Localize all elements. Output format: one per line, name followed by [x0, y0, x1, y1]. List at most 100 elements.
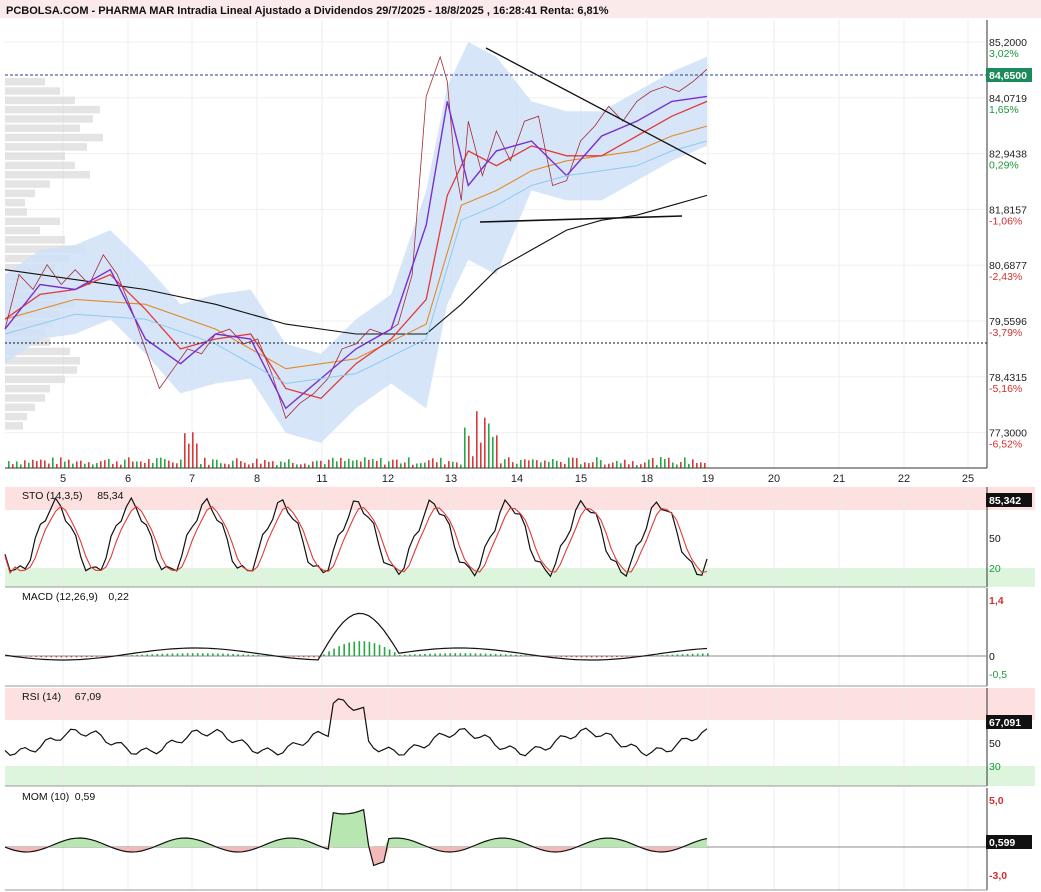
x-tick-label: 15: [575, 473, 587, 485]
macd-histogram-bar: [55, 656, 58, 658]
volume-bar: [100, 461, 102, 468]
volume-bar: [640, 464, 642, 468]
chart-title: PCBOLSA.COM - PHARMA MAR Intradia Lineal…: [6, 5, 609, 17]
volume-bar: [696, 463, 698, 468]
volume-bar: [236, 458, 238, 468]
chart-stage: PCBOLSA.COM - PHARMA MAR Intradia Lineal…: [0, 0, 1041, 892]
volume-profile-bar: [5, 96, 75, 105]
macd-histogram-bar: [60, 656, 63, 658]
sto-level-label: 20: [989, 563, 1001, 575]
macd-histogram-bar: [474, 653, 477, 656]
volume-bar: [428, 460, 430, 468]
volume-bar: [312, 461, 314, 468]
volume-bar: [152, 462, 154, 468]
volume-profile-bar: [5, 394, 45, 402]
macd-level-label: 1,4: [989, 595, 1004, 607]
volume-bar: [632, 461, 634, 468]
volume-bar: [348, 458, 350, 468]
macd-histogram-bar: [484, 653, 487, 656]
volume-profile-bar: [5, 403, 35, 411]
volume-bar: [624, 459, 626, 468]
volume-bar: [136, 461, 138, 468]
volume-bar: [704, 462, 706, 468]
sto-panel: STO (14,3,5) 85,34 50 20 85,342: [4, 487, 1035, 588]
macd-histogram-bar: [595, 656, 598, 658]
volume-bar: [536, 460, 538, 468]
volume-bar: [616, 460, 618, 468]
macd-histogram-bar: [510, 654, 512, 656]
x-tick-label: 5: [60, 473, 66, 485]
x-tick-label: 22: [898, 473, 910, 485]
macd-histogram-bar: [302, 656, 305, 658]
panel-band: [5, 487, 1035, 510]
volume-profile-bar: [5, 143, 87, 151]
volume-profile-bar: [5, 105, 100, 114]
macd-histogram-bar: [459, 653, 462, 656]
volume-bar: [344, 461, 346, 468]
volume-bar: [496, 435, 498, 468]
volume-bar: [468, 435, 470, 468]
volume-profile-bar: [5, 152, 65, 160]
volume-bar: [12, 464, 14, 468]
macd-histogram-bar: [479, 653, 482, 656]
last-price-tag: 84,6500: [986, 68, 1032, 82]
macd-histogram-bar: [555, 656, 558, 657]
x-tick-label: 14: [511, 473, 523, 485]
macd-histogram-bar: [95, 656, 98, 657]
macd-histogram-bar: [90, 656, 93, 657]
volume-bar: [388, 461, 390, 468]
price-tick-percent: -2,43%: [989, 271, 1022, 283]
volume-bar: [332, 457, 334, 468]
macd-histogram-bar: [671, 654, 674, 656]
x-axis: 5 6 7 8 11 12 13 14 15 18 19 20 21 22 25: [60, 473, 974, 485]
macd-histogram-bar: [444, 653, 446, 656]
volume-bar: [540, 462, 542, 468]
macd-histogram-bar: [126, 655, 128, 656]
volume-bar: [264, 460, 266, 468]
macd-histogram-bar: [368, 641, 371, 656]
panel-band: [5, 688, 1035, 720]
macd-histogram-bar: [222, 653, 224, 656]
volume-profile-bar: [5, 412, 27, 421]
volume-bar: [336, 461, 338, 468]
volume-bar: [36, 461, 38, 468]
volume-bar: [128, 457, 130, 468]
macd-histogram-bar: [570, 656, 573, 658]
price-tick-percent: -5,16%: [989, 383, 1022, 395]
volume-bar: [504, 459, 506, 468]
macd-histogram-bar: [146, 654, 149, 656]
volume-bar: [420, 463, 422, 468]
macd-histogram-bar: [469, 653, 472, 656]
macd-histogram-bar: [80, 656, 83, 658]
macd-histogram-bar: [681, 654, 684, 656]
volume-bar: [476, 411, 478, 468]
volume-bar: [256, 458, 258, 468]
macd-histogram-bar: [575, 656, 578, 658]
macd-level-label: -0,5: [989, 669, 1007, 681]
volume-profile-bar: [5, 236, 65, 244]
volume-bar: [92, 464, 94, 468]
macd-histogram-bar: [136, 654, 138, 656]
macd-histogram-bar: [100, 656, 103, 657]
volume-bar: [48, 463, 50, 468]
macd-histogram-bar: [626, 656, 628, 657]
macd-histogram-bar: [262, 655, 265, 656]
x-tick-label: 19: [702, 473, 714, 485]
volume-bar: [484, 417, 486, 468]
volume-bar: [512, 462, 514, 468]
volume-bar: [116, 461, 118, 468]
macd-histogram-bar: [515, 654, 517, 656]
volume-bar: [188, 443, 190, 468]
volume-bar: [164, 459, 166, 468]
volume-bar: [356, 459, 358, 468]
volume-bar: [700, 462, 702, 468]
macd-histogram-bar: [504, 654, 507, 656]
volume-bar: [380, 457, 382, 468]
x-tick-label: 18: [641, 473, 653, 485]
volume-bar: [292, 462, 294, 468]
macd-histogram-bar: [308, 656, 310, 658]
volume-bar: [408, 457, 410, 468]
volume-bar: [612, 462, 614, 468]
macd-histogram-bar: [454, 653, 457, 656]
volume-bar: [440, 457, 442, 468]
